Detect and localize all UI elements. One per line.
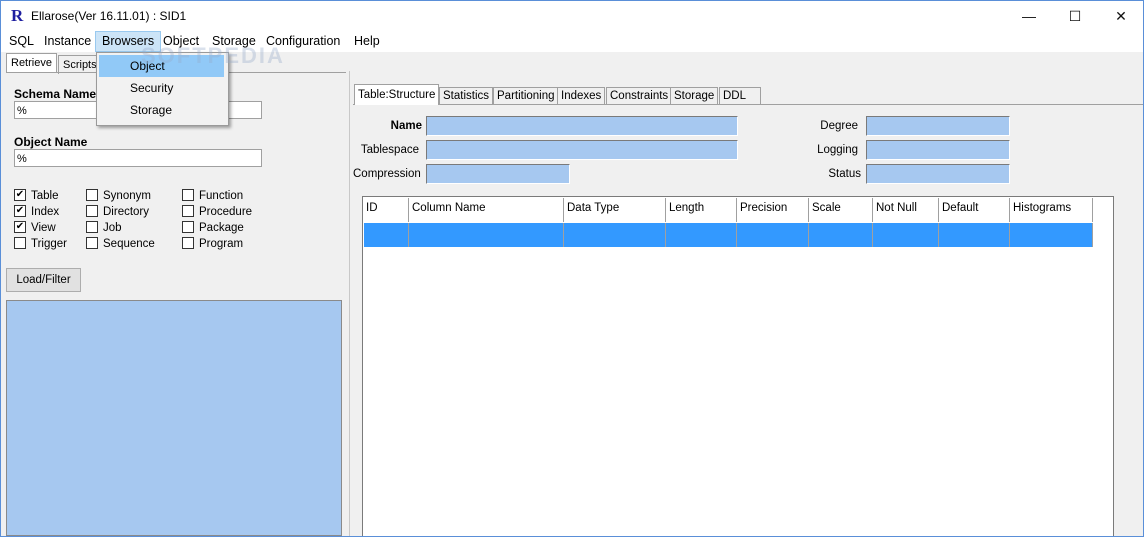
menu-instance[interactable]: Instance [38, 31, 97, 52]
grid-cell[interactable] [564, 223, 666, 247]
checkbox-label: Index [31, 206, 60, 218]
tab-retrieve[interactable]: Retrieve [6, 53, 57, 72]
tab-indexes[interactable]: Indexes [557, 87, 606, 105]
compression-label: Compression [353, 168, 421, 180]
checkbox-trigger[interactable]: Trigger [14, 236, 67, 251]
column-header-scale[interactable]: Scale [809, 198, 873, 222]
checkbox-package[interactable]: Package [182, 220, 244, 235]
maximize-button[interactable]: ☐ [1052, 1, 1098, 31]
close-button[interactable]: ✕ [1098, 1, 1143, 31]
object-list[interactable] [6, 300, 342, 536]
grid-cell[interactable] [1010, 223, 1093, 247]
checkbox-view[interactable]: ✔ View [14, 220, 56, 235]
tab-partitioning[interactable]: Partitioning [493, 87, 559, 105]
grid-cell[interactable] [809, 223, 873, 247]
panel-splitter[interactable] [349, 71, 350, 536]
column-header-column-name[interactable]: Column Name [409, 198, 564, 222]
tab-statistics[interactable]: Statistics [439, 87, 494, 105]
tab-table-structure[interactable]: Table:Structure [354, 84, 440, 105]
compression-field[interactable] [426, 164, 570, 184]
checkbox-label: Program [199, 238, 244, 250]
grid-cell[interactable] [409, 223, 564, 247]
checkbox-label: Table [31, 190, 59, 202]
checkbox-label: Directory [103, 206, 150, 218]
checkbox-label: Trigger [31, 238, 67, 250]
checkbox-index[interactable]: ✔ Index [14, 204, 60, 219]
checkbox-program[interactable]: Program [182, 236, 244, 251]
status-field[interactable] [866, 164, 1010, 184]
tab-constraints[interactable]: Constraints [606, 87, 673, 105]
name-label: Name [390, 120, 422, 132]
checkbox-label: Job [103, 222, 122, 234]
checkbox-box[interactable]: ✔ [14, 204, 26, 217]
checkbox-box[interactable] [182, 188, 194, 201]
column-grid[interactable]: ID Column Name Data Type Length Precisio… [362, 196, 1114, 536]
logging-label: Logging [817, 144, 858, 156]
checkbox-procedure[interactable]: Procedure [182, 204, 253, 219]
column-header-length[interactable]: Length [666, 198, 737, 222]
checkbox-label: Sequence [103, 238, 155, 250]
checkbox-box[interactable] [86, 188, 98, 201]
checkbox-box[interactable]: ✔ [14, 188, 26, 201]
column-header-histograms[interactable]: Histograms [1010, 198, 1093, 222]
grid-cell[interactable] [364, 223, 409, 247]
checkbox-box[interactable] [182, 220, 194, 233]
app-window: R Ellarose(Ver 16.11.01) : SID1 — ☐ ✕ SQ… [0, 0, 1144, 537]
degree-label: Degree [820, 120, 858, 132]
tablespace-field[interactable] [426, 140, 738, 160]
window-title: Ellarose(Ver 16.11.01) : SID1 [31, 9, 187, 23]
dropdown-item-security[interactable]: Security [99, 77, 224, 99]
checkbox-box[interactable] [182, 236, 194, 249]
checkbox-label: Synonym [103, 190, 151, 202]
checkbox-job[interactable]: Job [86, 220, 122, 235]
checkbox-label: View [31, 222, 56, 234]
checkbox-directory[interactable]: Directory [86, 204, 150, 219]
checkbox-box[interactable] [182, 204, 194, 217]
minimize-button[interactable]: — [1006, 1, 1052, 31]
checkbox-box[interactable] [86, 220, 98, 233]
checkbox-box[interactable] [86, 236, 98, 249]
table-row[interactable] [364, 223, 1093, 247]
checkbox-box[interactable] [14, 236, 26, 249]
name-field[interactable] [426, 116, 738, 136]
menu-sql[interactable]: SQL [3, 31, 40, 52]
grid-cell[interactable] [666, 223, 737, 247]
checkbox-function[interactable]: Function [182, 188, 244, 203]
column-header-not-null[interactable]: Not Null [873, 198, 939, 222]
schema-name-label: Schema Name [14, 87, 97, 101]
checkbox-synonym[interactable]: Synonym [86, 188, 151, 203]
checkbox-label: Package [199, 222, 244, 234]
title-bar: R Ellarose(Ver 16.11.01) : SID1 — ☐ ✕ [1, 1, 1143, 31]
menu-help[interactable]: Help [348, 31, 386, 52]
app-logo-icon: R [11, 6, 24, 25]
tab-strip-line [353, 104, 1143, 105]
checkbox-label: Function [199, 190, 244, 202]
checkbox-box[interactable]: ✔ [14, 220, 26, 233]
grid-cell[interactable] [873, 223, 939, 247]
column-header-default[interactable]: Default [939, 198, 1010, 222]
watermark: SOFTPEDIA [141, 43, 285, 68]
tab-ddl[interactable]: DDL [719, 87, 761, 105]
checkbox-table[interactable]: ✔ Table [14, 188, 59, 203]
logging-field[interactable] [866, 140, 1010, 160]
status-label: Status [828, 168, 861, 180]
tab-storage[interactable]: Storage [670, 87, 719, 105]
column-header-id[interactable]: ID [363, 198, 409, 222]
checkbox-label: Procedure [199, 206, 253, 218]
column-header-precision[interactable]: Precision [737, 198, 809, 222]
grid-cell[interactable] [939, 223, 1010, 247]
object-name-input[interactable]: % [14, 149, 262, 167]
column-header-data-type[interactable]: Data Type [564, 198, 666, 222]
degree-field[interactable] [866, 116, 1010, 136]
dropdown-item-storage[interactable]: Storage [99, 99, 224, 121]
grid-cell[interactable] [737, 223, 809, 247]
load-filter-button[interactable]: Load/Filter [6, 268, 81, 292]
checkbox-box[interactable] [86, 204, 98, 217]
object-name-label: Object Name [14, 135, 88, 149]
checkbox-sequence[interactable]: Sequence [86, 236, 155, 251]
tablespace-label: Tablespace [360, 144, 419, 156]
